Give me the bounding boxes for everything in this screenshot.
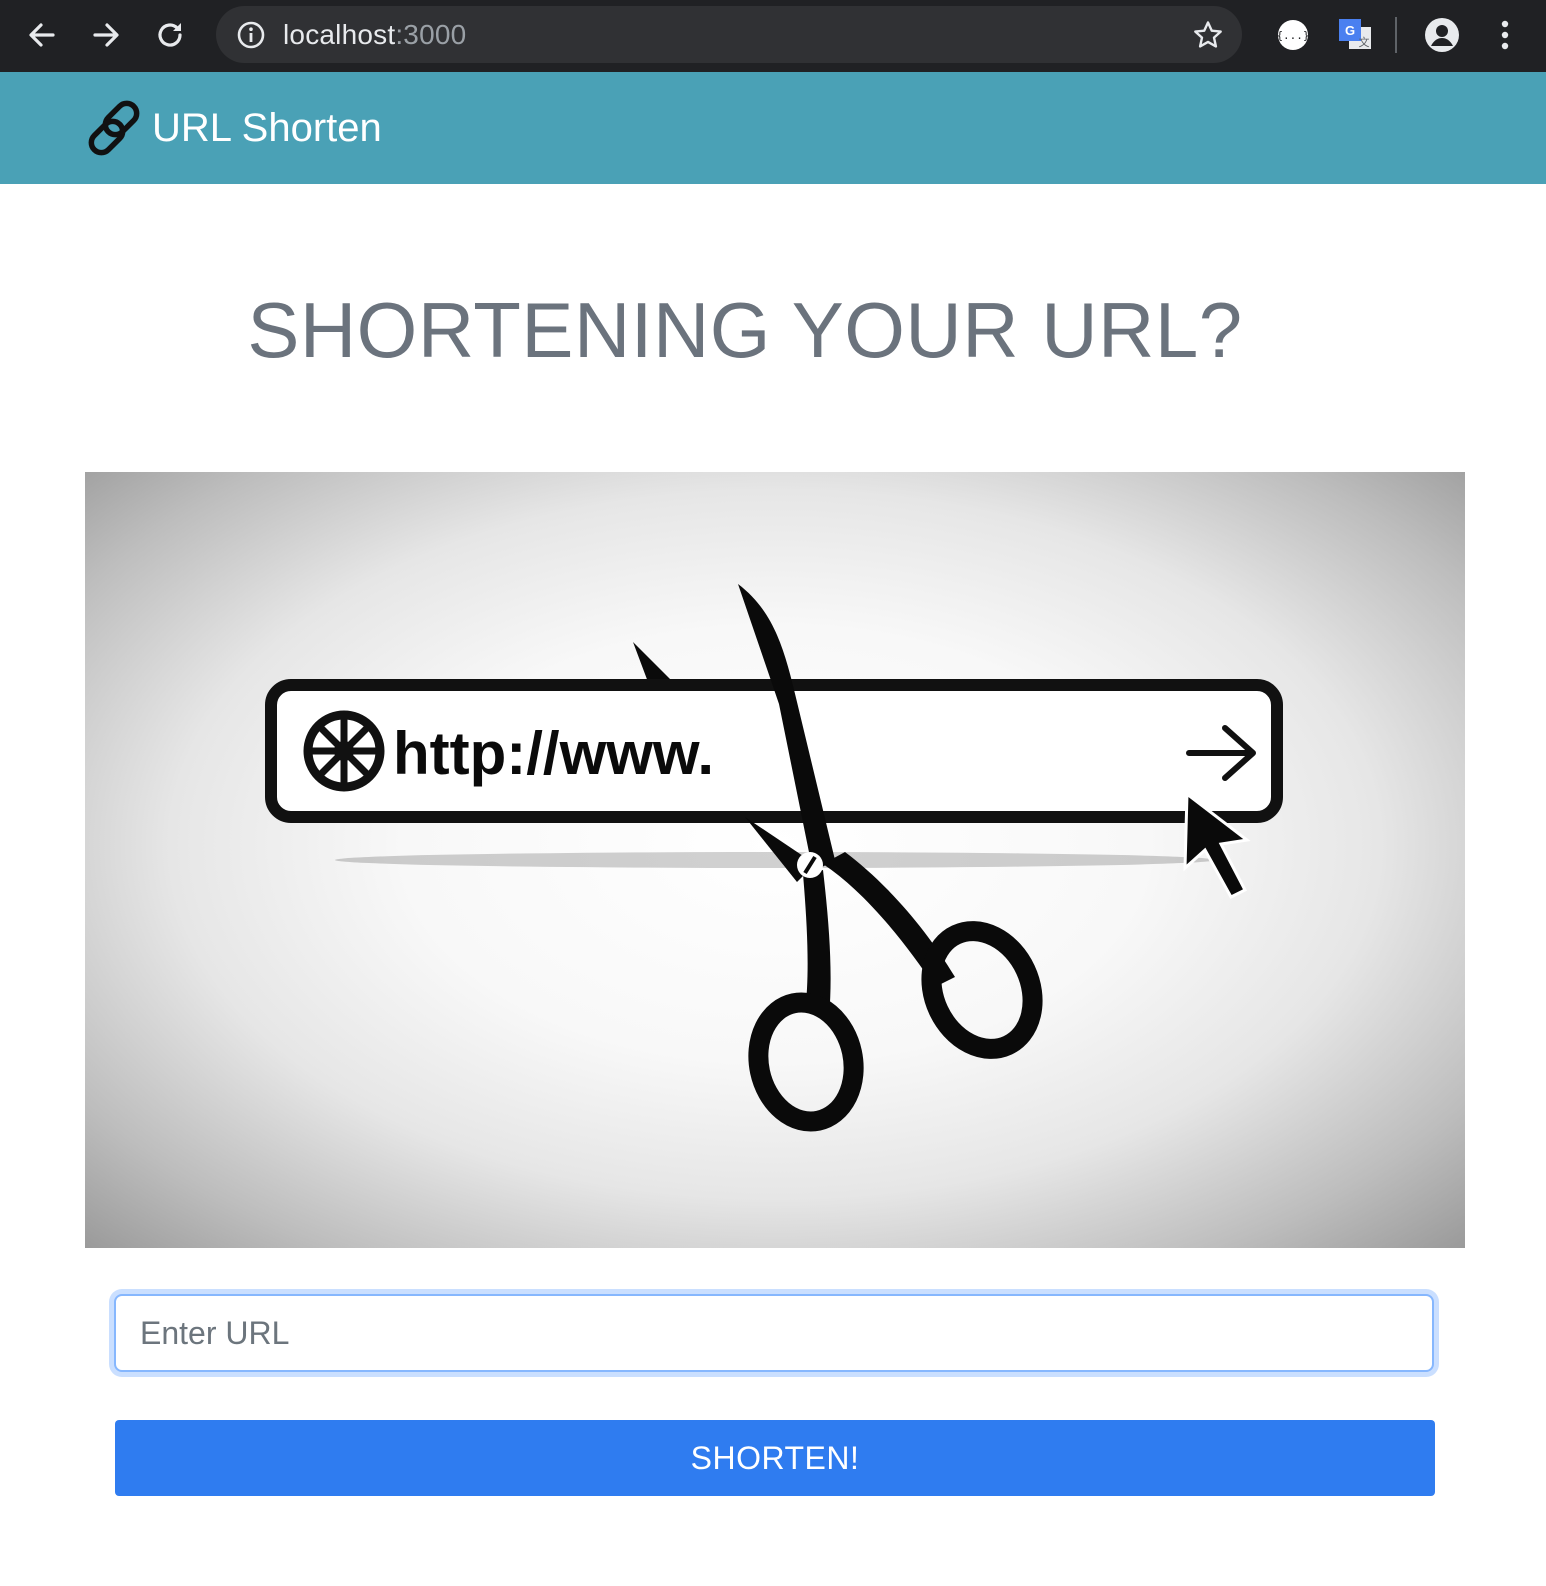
url-scissors-illustration: http://www. xyxy=(265,584,1283,1132)
google-translate-icon: G文 xyxy=(1339,19,1371,49)
navbar: URL Shorten xyxy=(0,72,1546,184)
svg-text:文: 文 xyxy=(1359,35,1370,49)
reload-button[interactable] xyxy=(145,10,195,60)
url-host: localhost xyxy=(283,19,396,50)
svg-text:G: G xyxy=(1345,23,1355,38)
url-input[interactable] xyxy=(114,1294,1434,1372)
kebab-menu-icon xyxy=(1501,20,1509,50)
json-viewer-icon: {...} xyxy=(1276,20,1310,50)
arrow-right-icon xyxy=(93,23,119,47)
shorten-button[interactable]: SHORTEN! xyxy=(115,1420,1435,1496)
link-chain-icon xyxy=(88,100,140,156)
profile-button[interactable] xyxy=(1421,14,1463,56)
address-url[interactable]: localhost:3000 xyxy=(283,18,466,52)
toolbar-divider xyxy=(1395,17,1397,53)
browser-toolbar: localhost:3000 {...} G文 xyxy=(0,0,1546,72)
hero-url-text: http://www. xyxy=(393,720,714,787)
url-port: :3000 xyxy=(395,19,467,50)
info-icon[interactable] xyxy=(236,20,266,50)
page-title: SHORTENING YOUR URL? xyxy=(247,286,1243,374)
brand-text: URL Shorten xyxy=(152,106,382,150)
address-bar[interactable]: localhost:3000 xyxy=(216,6,1242,63)
reload-icon xyxy=(158,23,182,47)
arrow-left-icon xyxy=(29,23,55,47)
google-translate-extension[interactable]: G文 xyxy=(1334,14,1376,56)
browser-menu-button[interactable] xyxy=(1484,14,1526,56)
forward-button[interactable] xyxy=(81,10,131,60)
navbar-brand[interactable]: URL Shorten xyxy=(84,98,382,158)
star-icon[interactable] xyxy=(1192,19,1224,51)
hero-image: http://www. xyxy=(85,472,1465,1248)
account-circle-icon xyxy=(1425,18,1459,52)
svg-text:{...}: {...} xyxy=(1276,29,1309,42)
globe-icon xyxy=(303,710,385,792)
json-viewer-extension[interactable]: {...} xyxy=(1272,14,1314,56)
back-button[interactable] xyxy=(17,10,67,60)
